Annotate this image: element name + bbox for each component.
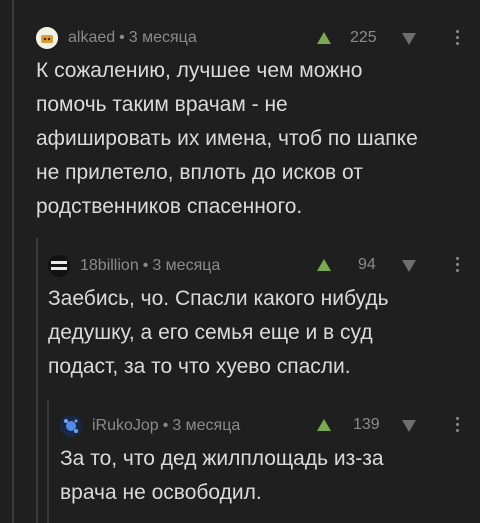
upvote-icon[interactable]	[317, 32, 331, 44]
separator-dot: •	[119, 29, 125, 46]
user-avatar-icon	[60, 415, 82, 437]
comment-text: За то, что дед жилплощадь из-за врача не…	[60, 447, 384, 504]
avatar[interactable]	[60, 415, 82, 437]
separator-dot: •	[142, 257, 149, 274]
comment-meta: iRukoJop • 3 месяца	[60, 415, 240, 437]
avatar[interactable]	[36, 27, 58, 49]
more-options-icon[interactable]	[456, 257, 460, 272]
more-options-icon[interactable]	[456, 30, 460, 45]
comment-time: 3 месяца	[128, 29, 197, 46]
comment-time: 3 месяца	[172, 417, 241, 434]
comment-text: Заебись, чо. Спасли какого нибудь дедушк…	[48, 287, 389, 378]
rating-count: 94	[358, 256, 376, 273]
thread-line-level-3	[47, 400, 49, 523]
downvote-icon[interactable]	[402, 420, 416, 432]
comment-time: 3 месяца	[152, 257, 221, 274]
thread-line-level-1	[12, 0, 14, 523]
username[interactable]: alkaed	[68, 29, 115, 47]
more-options-icon[interactable]	[456, 417, 460, 432]
upvote-icon[interactable]	[317, 259, 331, 271]
rating-count: 139	[353, 416, 380, 433]
comment-meta: 18billion • 3 месяца	[48, 255, 220, 277]
upvote-icon[interactable]	[317, 419, 331, 431]
username[interactable]: iRukoJop	[92, 417, 159, 435]
rating-count: 225	[350, 29, 377, 46]
downvote-icon[interactable]	[402, 260, 416, 272]
downvote-icon[interactable]	[402, 33, 416, 45]
comment-text: К сожалению, лучшее чем можно помочь так…	[36, 59, 418, 218]
username[interactable]: 18billion	[80, 257, 139, 275]
comment-meta: alkaed • 3 месяца	[36, 27, 197, 49]
avatar[interactable]	[48, 255, 70, 277]
user-avatar-icon	[36, 27, 58, 49]
separator-dot: •	[162, 417, 169, 434]
thread-line-level-2	[36, 238, 38, 523]
user-avatar-icon	[48, 255, 70, 277]
